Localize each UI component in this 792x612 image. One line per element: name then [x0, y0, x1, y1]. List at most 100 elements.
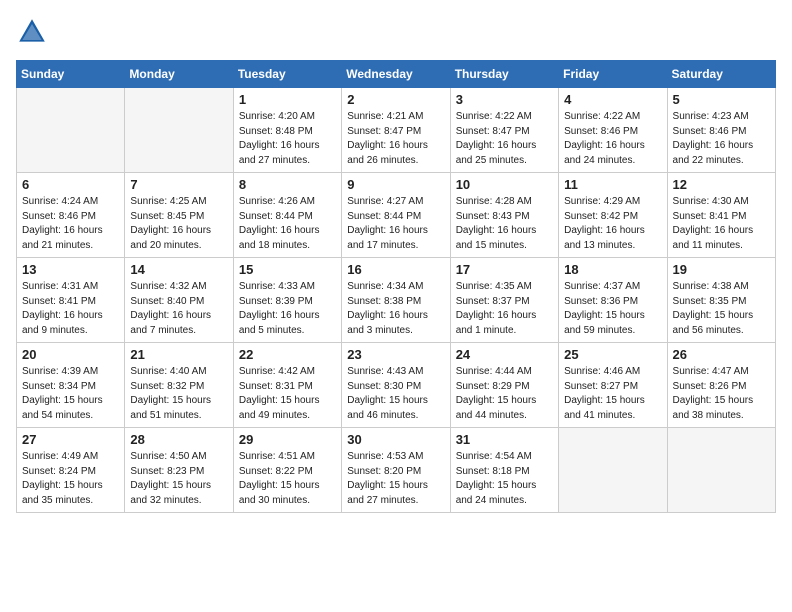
calendar-cell: 9 Sunrise: 4:27 AM Sunset: 8:44 PM Daylig…	[342, 173, 450, 258]
calendar-cell: 11 Sunrise: 4:29 AM Sunset: 8:42 PM Dayli…	[559, 173, 667, 258]
calendar-cell: 12 Sunrise: 4:30 AM Sunset: 8:41 PM Dayli…	[667, 173, 775, 258]
calendar-cell: 3Sunrise: 4:22 AM Sunset: 8:47 PM Daylig…	[450, 88, 558, 173]
page-header	[16, 16, 776, 48]
day-info: Sunrise: 4:23 AM Sunset: 8:46 PM Dayligh…	[673, 110, 770, 168]
day-info: Sunrise: 4:51 AM Sunset: 8:22 PM Dayligh…	[239, 450, 336, 508]
logo-icon	[16, 16, 48, 48]
day-info: Sunrise: 4:33 AM Sunset: 8:39 PM Dayligh…	[239, 280, 336, 338]
day-info: Sunrise: 4:21 AM Sunset: 8:47 PM Dayligh…	[347, 110, 444, 168]
day-number: 15	[239, 262, 336, 277]
calendar-cell: 21 Sunrise: 4:40 AM Sunset: 8:32 PM Dayli…	[125, 343, 233, 428]
calendar-week-row: 6Sunrise: 4:24 AM Sunset: 8:46 PM Daylig…	[17, 173, 776, 258]
calendar-cell: 6Sunrise: 4:24 AM Sunset: 8:46 PM Daylig…	[17, 173, 125, 258]
calendar-cell: 30Sunrise: 4:53 AM Sunset: 8:20 PM Dayli…	[342, 428, 450, 513]
day-number: 11	[564, 177, 661, 192]
calendar-cell: 23 Sunrise: 4:43 AM Sunset: 8:30 PM Dayli…	[342, 343, 450, 428]
day-number: 14	[130, 262, 227, 277]
day-info: Sunrise: 4:29 AM Sunset: 8:42 PM Dayligh…	[564, 195, 661, 253]
calendar-cell	[17, 88, 125, 173]
day-info: Sunrise: 4:37 AM Sunset: 8:36 PM Dayligh…	[564, 280, 661, 338]
day-info: Sunrise: 4:20 AM Sunset: 8:48 PM Dayligh…	[239, 110, 336, 168]
calendar-cell: 16 Sunrise: 4:34 AM Sunset: 8:38 PM Dayli…	[342, 258, 450, 343]
weekday-header: Thursday	[450, 61, 558, 88]
weekday-header: Monday	[125, 61, 233, 88]
calendar-cell: 10 Sunrise: 4:28 AM Sunset: 8:43 PM Dayli…	[450, 173, 558, 258]
day-info: Sunrise: 4:26 AM Sunset: 8:44 PM Dayligh…	[239, 195, 336, 253]
day-number: 10	[456, 177, 553, 192]
day-info: Sunrise: 4:40 AM Sunset: 8:32 PM Dayligh…	[130, 365, 227, 423]
day-number: 18	[564, 262, 661, 277]
day-number: 23	[347, 347, 444, 362]
day-number: 16	[347, 262, 444, 277]
day-number: 26	[673, 347, 770, 362]
day-number: 12	[673, 177, 770, 192]
calendar-cell: 13Sunrise: 4:31 AM Sunset: 8:41 PM Dayli…	[17, 258, 125, 343]
day-info: Sunrise: 4:22 AM Sunset: 8:47 PM Dayligh…	[456, 110, 553, 168]
weekday-header: Wednesday	[342, 61, 450, 88]
weekday-header: Friday	[559, 61, 667, 88]
calendar-cell: 27 Sunrise: 4:49 AM Sunset: 8:24 PM Dayli…	[17, 428, 125, 513]
calendar-week-row: 27 Sunrise: 4:49 AM Sunset: 8:24 PM Dayli…	[17, 428, 776, 513]
day-number: 8	[239, 177, 336, 192]
day-info: Sunrise: 4:53 AM Sunset: 8:20 PM Dayligh…	[347, 450, 444, 508]
calendar-cell: 1 Sunrise: 4:20 AM Sunset: 8:48 PM Daylig…	[233, 88, 341, 173]
day-number: 7	[130, 177, 227, 192]
calendar-cell: 31 Sunrise: 4:54 AM Sunset: 8:18 PM Dayli…	[450, 428, 558, 513]
day-info: Sunrise: 4:32 AM Sunset: 8:40 PM Dayligh…	[130, 280, 227, 338]
calendar-cell: 7 Sunrise: 4:25 AM Sunset: 8:45 PM Daylig…	[125, 173, 233, 258]
calendar-cell: 18 Sunrise: 4:37 AM Sunset: 8:36 PM Dayli…	[559, 258, 667, 343]
day-number: 21	[130, 347, 227, 362]
day-number: 27	[22, 432, 119, 447]
day-info: Sunrise: 4:46 AM Sunset: 8:27 PM Dayligh…	[564, 365, 661, 423]
calendar-cell: 26Sunrise: 4:47 AM Sunset: 8:26 PM Dayli…	[667, 343, 775, 428]
calendar-cell: 17 Sunrise: 4:35 AM Sunset: 8:37 PM Dayli…	[450, 258, 558, 343]
day-number: 29	[239, 432, 336, 447]
day-number: 25	[564, 347, 661, 362]
day-info: Sunrise: 4:39 AM Sunset: 8:34 PM Dayligh…	[22, 365, 119, 423]
day-number: 2	[347, 92, 444, 107]
calendar-cell: 15 Sunrise: 4:33 AM Sunset: 8:39 PM Dayli…	[233, 258, 341, 343]
day-info: Sunrise: 4:25 AM Sunset: 8:45 PM Dayligh…	[130, 195, 227, 253]
day-info: Sunrise: 4:22 AM Sunset: 8:46 PM Dayligh…	[564, 110, 661, 168]
calendar-cell: 8 Sunrise: 4:26 AM Sunset: 8:44 PM Daylig…	[233, 173, 341, 258]
calendar-table: SundayMondayTuesdayWednesdayThursdayFrid…	[16, 60, 776, 513]
day-number: 1	[239, 92, 336, 107]
day-info: Sunrise: 4:28 AM Sunset: 8:43 PM Dayligh…	[456, 195, 553, 253]
calendar-cell: 4Sunrise: 4:22 AM Sunset: 8:46 PM Daylig…	[559, 88, 667, 173]
day-info: Sunrise: 4:54 AM Sunset: 8:18 PM Dayligh…	[456, 450, 553, 508]
calendar-cell: 29 Sunrise: 4:51 AM Sunset: 8:22 PM Dayli…	[233, 428, 341, 513]
weekday-header: Tuesday	[233, 61, 341, 88]
day-number: 17	[456, 262, 553, 277]
calendar-cell: 22Sunrise: 4:42 AM Sunset: 8:31 PM Dayli…	[233, 343, 341, 428]
calendar-cell	[125, 88, 233, 173]
day-info: Sunrise: 4:42 AM Sunset: 8:31 PM Dayligh…	[239, 365, 336, 423]
logo	[16, 16, 50, 48]
calendar-cell: 20 Sunrise: 4:39 AM Sunset: 8:34 PM Dayli…	[17, 343, 125, 428]
calendar-cell: 24 Sunrise: 4:44 AM Sunset: 8:29 PM Dayli…	[450, 343, 558, 428]
calendar-cell: 5 Sunrise: 4:23 AM Sunset: 8:46 PM Daylig…	[667, 88, 775, 173]
day-info: Sunrise: 4:27 AM Sunset: 8:44 PM Dayligh…	[347, 195, 444, 253]
calendar-week-row: 13Sunrise: 4:31 AM Sunset: 8:41 PM Dayli…	[17, 258, 776, 343]
day-number: 24	[456, 347, 553, 362]
day-number: 9	[347, 177, 444, 192]
day-number: 5	[673, 92, 770, 107]
day-info: Sunrise: 4:49 AM Sunset: 8:24 PM Dayligh…	[22, 450, 119, 508]
weekday-header: Sunday	[17, 61, 125, 88]
calendar-cell	[559, 428, 667, 513]
day-info: Sunrise: 4:30 AM Sunset: 8:41 PM Dayligh…	[673, 195, 770, 253]
calendar-cell: 14 Sunrise: 4:32 AM Sunset: 8:40 PM Dayli…	[125, 258, 233, 343]
calendar-cell: 19Sunrise: 4:38 AM Sunset: 8:35 PM Dayli…	[667, 258, 775, 343]
day-number: 31	[456, 432, 553, 447]
day-info: Sunrise: 4:50 AM Sunset: 8:23 PM Dayligh…	[130, 450, 227, 508]
day-info: Sunrise: 4:34 AM Sunset: 8:38 PM Dayligh…	[347, 280, 444, 338]
calendar-week-row: 20 Sunrise: 4:39 AM Sunset: 8:34 PM Dayli…	[17, 343, 776, 428]
day-number: 20	[22, 347, 119, 362]
day-info: Sunrise: 4:35 AM Sunset: 8:37 PM Dayligh…	[456, 280, 553, 338]
day-info: Sunrise: 4:31 AM Sunset: 8:41 PM Dayligh…	[22, 280, 119, 338]
calendar-cell: 25 Sunrise: 4:46 AM Sunset: 8:27 PM Dayli…	[559, 343, 667, 428]
day-info: Sunrise: 4:44 AM Sunset: 8:29 PM Dayligh…	[456, 365, 553, 423]
calendar-cell	[667, 428, 775, 513]
day-info: Sunrise: 4:43 AM Sunset: 8:30 PM Dayligh…	[347, 365, 444, 423]
weekday-header: Saturday	[667, 61, 775, 88]
day-number: 28	[130, 432, 227, 447]
